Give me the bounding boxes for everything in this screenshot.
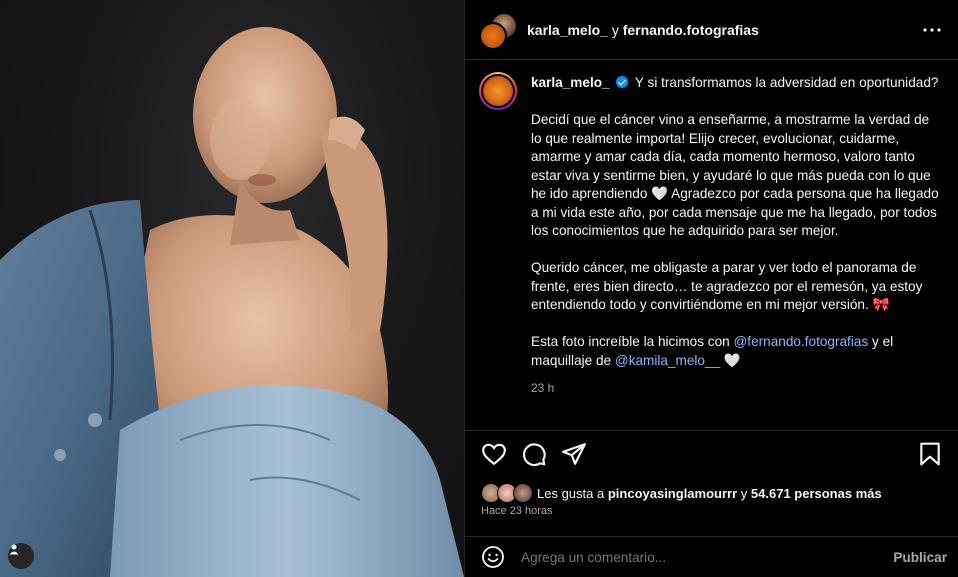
heart-icon: [482, 443, 506, 466]
share-button[interactable]: [561, 441, 587, 467]
caption-paragraph: Querido cáncer, me obligaste a parar y v…: [531, 260, 923, 312]
post-age[interactable]: Hace 23 horas: [481, 505, 553, 517]
caption-paragraph: Decidí que el cáncer vino a enseñarme, a…: [531, 112, 939, 238]
liker-avatars: [481, 483, 533, 503]
photo-illustration: [0, 27, 464, 577]
emoji-button[interactable]: [481, 545, 505, 569]
caption-text: 🤍: [723, 352, 741, 368]
mention-link[interactable]: @kamila_melo__: [615, 353, 720, 368]
post-authors: karla_melo_ y fernando.fotografias: [527, 22, 920, 38]
avatar: [513, 483, 533, 503]
more-options-button[interactable]: [920, 18, 944, 42]
likes-prefix: Les gusta a: [537, 485, 605, 501]
post-side-panel: karla_melo_ y fernando.fotografias karla…: [464, 0, 958, 577]
authors-joiner: y: [611, 21, 619, 38]
post-comment-button[interactable]: Publicar: [893, 550, 947, 565]
like-button[interactable]: [481, 441, 507, 467]
caption-username[interactable]: karla_melo_: [531, 75, 610, 90]
avatar: [479, 21, 507, 50]
collab-avatars[interactable]: [479, 11, 518, 50]
caption-area: karla_melo_ Y si transformamos la advers…: [465, 60, 958, 430]
likes-joiner: y: [740, 485, 748, 501]
caption: karla_melo_ Y si transformamos la advers…: [531, 74, 941, 430]
comment-input[interactable]: [519, 548, 894, 566]
share-icon: [562, 443, 586, 465]
verified-badge-icon: [616, 76, 629, 88]
action-bar: [465, 430, 958, 477]
caption-time[interactable]: 23 h: [531, 379, 941, 398]
bookmark-icon: [920, 442, 940, 466]
mention-link[interactable]: @fernando.fotografias: [734, 334, 869, 349]
likes-count[interactable]: 54.671 personas más: [751, 486, 882, 501]
user-tag-button[interactable]: [8, 543, 34, 569]
author-link[interactable]: karla_melo_: [527, 22, 608, 38]
more-icon: [923, 27, 941, 32]
avatar[interactable]: [479, 72, 517, 110]
caption-line1: Y si transformamos la adversidad en opor…: [634, 75, 939, 90]
comment-button[interactable]: [521, 441, 547, 467]
save-button[interactable]: [917, 441, 943, 467]
author-link[interactable]: fernando.fotografias: [623, 22, 759, 38]
caption-text: Esta foto increíble la hicimos con: [531, 334, 730, 349]
likes-summary: Les gusta a pincoyasinglamourrr y 54.671…: [481, 483, 882, 503]
comment-icon: [523, 443, 546, 467]
comment-box: Publicar: [465, 536, 958, 577]
emoji-icon: [482, 546, 504, 568]
user-tag-icon: [9, 544, 19, 555]
post-photo[interactable]: [0, 0, 464, 577]
post-header: karla_melo_ y fernando.fotografias: [465, 0, 958, 60]
liker-username[interactable]: pincoyasinglamourrr: [608, 486, 737, 501]
